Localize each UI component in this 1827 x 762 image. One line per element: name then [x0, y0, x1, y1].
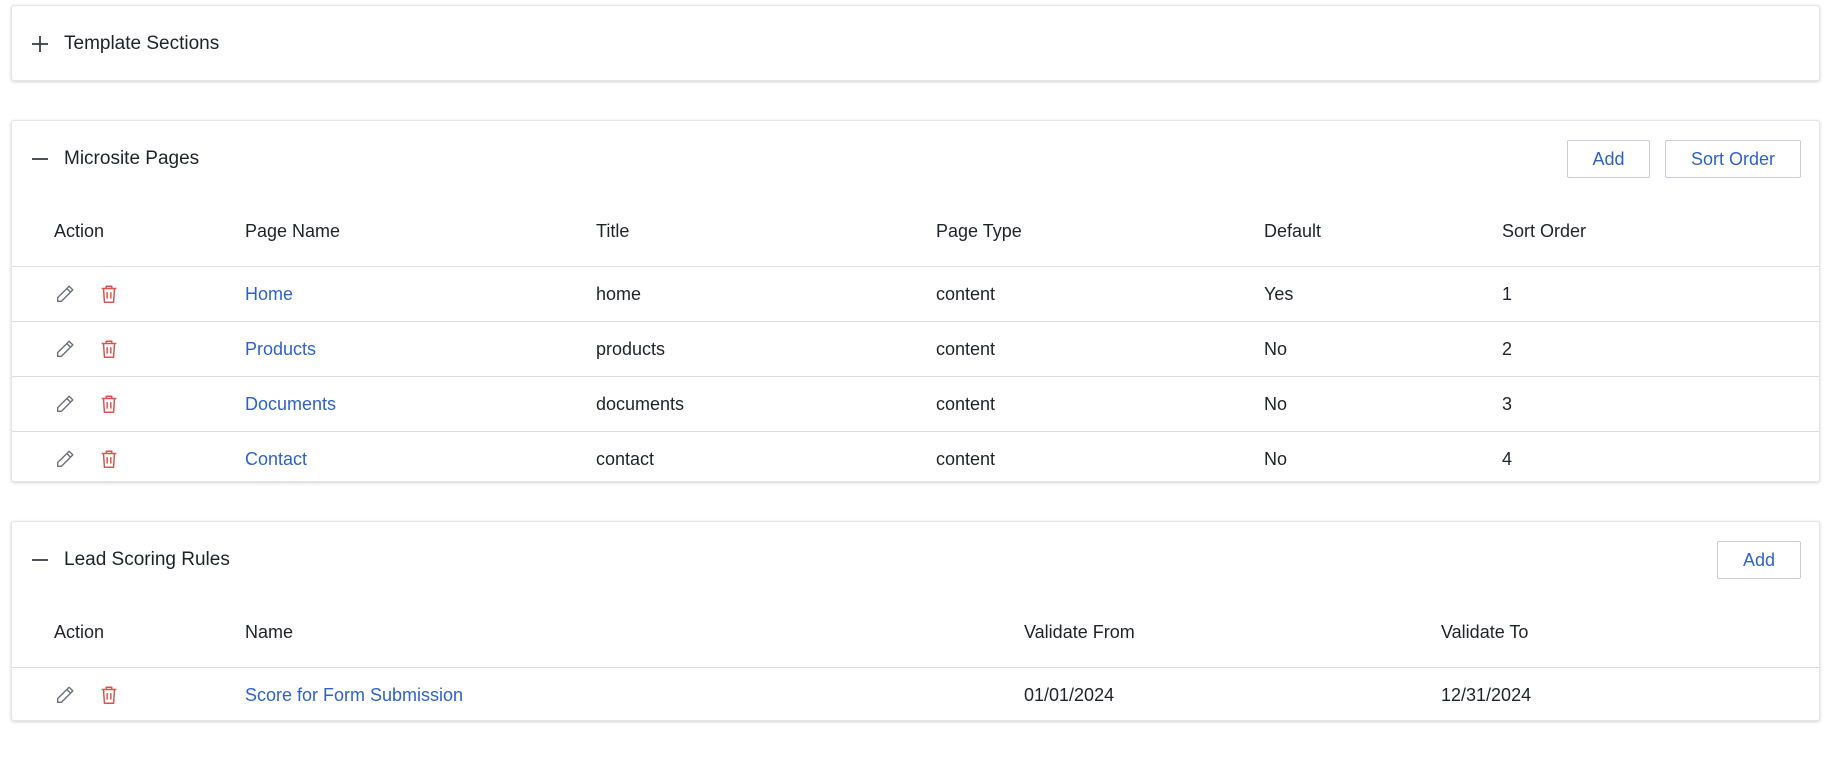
page-type-cell: content: [936, 394, 996, 414]
column-header-title[interactable]: Title: [596, 197, 629, 266]
table-row: Score for Form Submission 01/01/2024 12/…: [12, 668, 1819, 722]
lead-scoring-rules-panel: Lead Scoring Rules Add Action Name Valid…: [11, 521, 1820, 721]
trash-icon[interactable]: [98, 393, 120, 415]
page-title-cell: documents: [596, 394, 685, 414]
validate-to-cell: 12/31/2024: [1441, 685, 1532, 705]
column-header-validate-to[interactable]: Validate To: [1441, 598, 1528, 667]
page-name-link[interactable]: Documents: [245, 377, 336, 431]
sort-order-cell: 4: [1502, 449, 1513, 469]
lead-scoring-rules-header: Lead Scoring Rules Add: [12, 522, 1819, 598]
validate-from-cell: 01/01/2024: [1024, 685, 1115, 705]
page-title-cell: products: [596, 339, 666, 359]
page-type-cell: content: [936, 449, 996, 469]
column-header-default[interactable]: Default: [1264, 197, 1321, 266]
table-row: Products products content No 2: [12, 322, 1819, 377]
column-header-page-name[interactable]: Page Name: [245, 197, 340, 266]
column-header-page-type[interactable]: Page Type: [936, 197, 1022, 266]
lead-scoring-rules-title: Lead Scoring Rules: [64, 549, 230, 570]
minus-icon[interactable]: [30, 149, 50, 169]
column-header-action: Action: [54, 622, 105, 642]
trash-icon[interactable]: [98, 684, 120, 706]
page-type-cell: content: [936, 339, 996, 359]
pages-table-header: Action Page Name Title Page Type Default…: [12, 197, 1819, 267]
template-sections-title: Template Sections: [64, 33, 220, 54]
sort-order-button[interactable]: Sort Order: [1665, 140, 1801, 178]
template-sections-panel: Template Sections: [11, 5, 1820, 81]
page-type-cell: content: [936, 284, 996, 304]
microsite-pages-panel: Microsite Pages Add Sort Order Action Pa…: [11, 120, 1820, 482]
template-sections-header[interactable]: Template Sections: [12, 6, 1819, 82]
microsite-pages-title: Microsite Pages: [64, 148, 200, 169]
pencil-icon[interactable]: [54, 283, 76, 305]
table-row: Documents documents content No 3: [12, 377, 1819, 432]
pencil-icon[interactable]: [54, 393, 76, 415]
pencil-icon[interactable]: [54, 684, 76, 706]
trash-icon[interactable]: [98, 338, 120, 360]
table-row: Contact contact content No 4: [12, 432, 1819, 486]
default-cell: No: [1264, 394, 1288, 414]
sort-order-cell: 1: [1502, 284, 1513, 304]
add-page-button[interactable]: Add: [1567, 140, 1650, 178]
trash-icon[interactable]: [98, 448, 120, 470]
trash-icon[interactable]: [98, 283, 120, 305]
add-rule-button[interactable]: Add: [1717, 541, 1801, 579]
pencil-icon[interactable]: [54, 448, 76, 470]
column-header-name[interactable]: Name: [245, 598, 293, 667]
default-cell: No: [1264, 339, 1288, 359]
page-title-cell: home: [596, 284, 642, 304]
rule-name-link[interactable]: Score for Form Submission: [245, 668, 463, 722]
microsite-pages-header: Microsite Pages Add Sort Order: [12, 121, 1819, 197]
plus-icon[interactable]: [30, 34, 50, 54]
rules-table-header: Action Name Validate From Validate To: [12, 598, 1819, 668]
minus-icon[interactable]: [30, 550, 50, 570]
default-cell: No: [1264, 449, 1288, 469]
default-cell: Yes: [1264, 284, 1294, 304]
table-row: Home home content Yes 1: [12, 267, 1819, 322]
sort-order-cell: 2: [1502, 339, 1513, 359]
sort-order-cell: 3: [1502, 394, 1513, 414]
page-title-cell: contact: [596, 449, 655, 469]
page-name-link[interactable]: Products: [245, 322, 316, 376]
pencil-icon[interactable]: [54, 338, 76, 360]
page-name-link[interactable]: Home: [245, 267, 293, 321]
page-name-link[interactable]: Contact: [245, 432, 307, 486]
column-header-sort-order[interactable]: Sort Order: [1502, 197, 1586, 266]
column-header-action: Action: [54, 221, 105, 241]
column-header-validate-from[interactable]: Validate From: [1024, 598, 1135, 667]
